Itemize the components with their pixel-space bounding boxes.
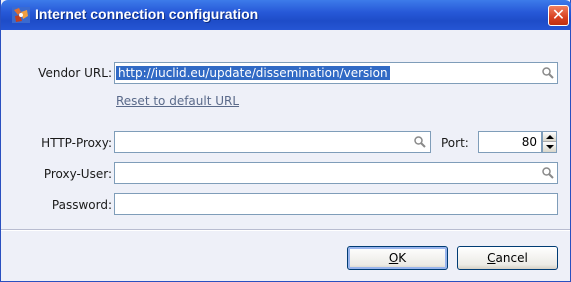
- search-icon[interactable]: [541, 166, 555, 180]
- port-field[interactable]: 80: [478, 131, 542, 153]
- ok-label: K: [398, 251, 407, 265]
- dialog-window: Internet connection configuration ✕ Vend…: [0, 0, 571, 282]
- ok-mnemonic: O: [388, 251, 399, 265]
- search-icon[interactable]: [541, 66, 555, 80]
- vendor-url-value: http://iuclid.eu/update/dissemination/ve…: [116, 66, 390, 80]
- http-proxy-label: HTTP-Proxy:: [41, 136, 112, 150]
- vendor-url-label: Vendor URL:: [38, 66, 112, 80]
- button-separator: [1, 229, 570, 231]
- close-button[interactable]: ✕: [548, 5, 569, 26]
- port-spinner[interactable]: [542, 131, 557, 153]
- app-icon: [12, 7, 30, 23]
- http-proxy-field[interactable]: [114, 131, 431, 153]
- spinner-up-icon[interactable]: [543, 132, 556, 142]
- cancel-mnemonic: C: [487, 251, 496, 265]
- vendor-url-field[interactable]: http://iuclid.eu/update/dissemination/ve…: [114, 62, 558, 84]
- spinner-down-icon[interactable]: [543, 142, 556, 152]
- password-label: Password:: [51, 198, 112, 212]
- window-title: Internet connection configuration: [35, 6, 259, 22]
- proxy-user-label: Proxy-User:: [43, 167, 112, 181]
- port-value: 80: [521, 135, 537, 149]
- ok-button[interactable]: OK: [347, 246, 448, 270]
- search-icon[interactable]: [413, 135, 427, 149]
- close-icon: ✕: [551, 5, 566, 24]
- proxy-user-field[interactable]: [114, 162, 558, 184]
- reset-default-url-link[interactable]: Reset to default URL: [116, 94, 239, 108]
- password-field[interactable]: [114, 193, 558, 215]
- cancel-button[interactable]: Cancel: [457, 246, 558, 270]
- cancel-label: ancel: [495, 251, 528, 265]
- port-label: Port:: [441, 136, 469, 150]
- title-bar[interactable]: Internet connection configuration ✕: [1, 0, 571, 30]
